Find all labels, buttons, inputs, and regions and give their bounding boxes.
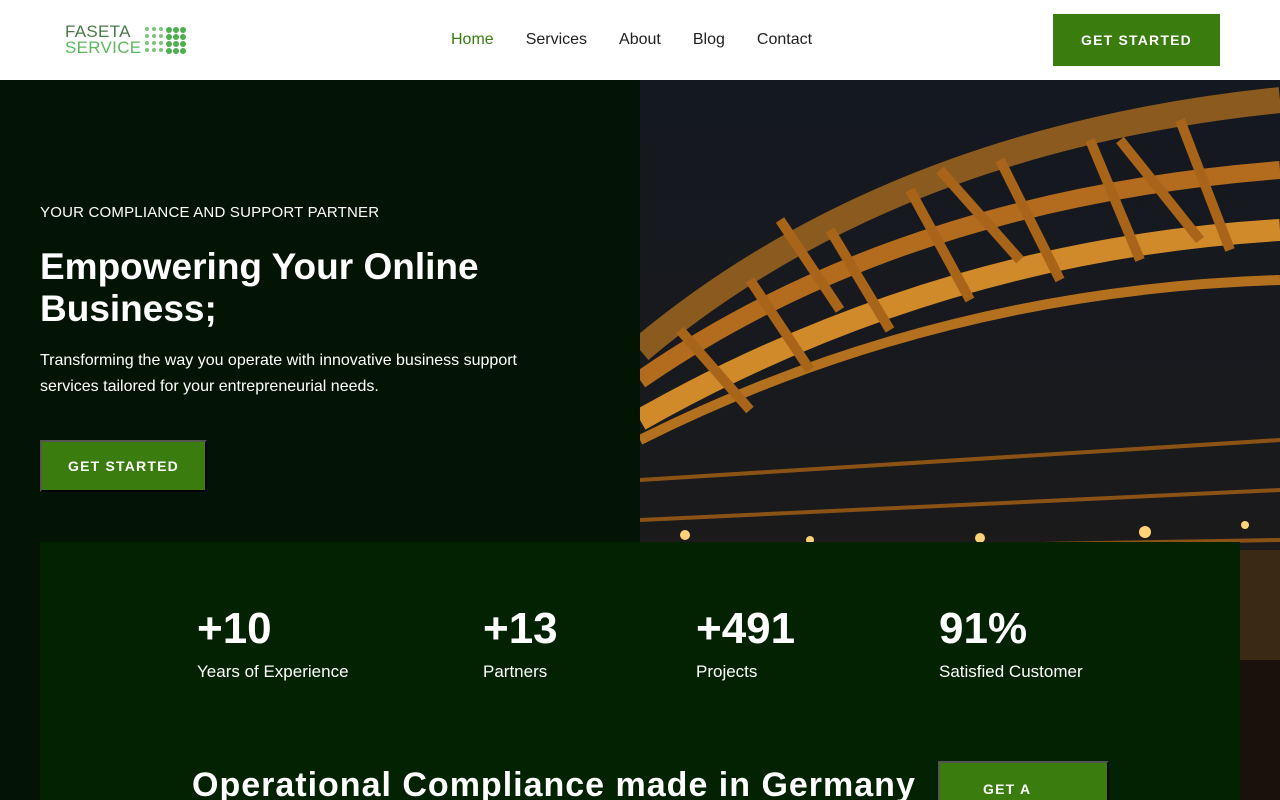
hero-subtitle: Transforming the way you operate with in… [40, 352, 517, 395]
stat-label: Projects [696, 662, 758, 681]
stat-satisfied: 91% Satisfied Customer [939, 602, 1083, 682]
nav-services[interactable]: Services [526, 28, 587, 52]
stat-experience: +10 Years of Experience [197, 602, 349, 682]
nav-about[interactable]: About [619, 28, 661, 52]
hero-eyebrow: YOUR COMPLIANCE AND SUPPORT PARTNER [40, 204, 380, 221]
stat-projects: +491 Projects [696, 602, 795, 682]
stat-label: Satisfied Customer [939, 662, 1083, 681]
hero-title: Empowering Your Online Business; [40, 246, 479, 329]
stat-label: Partners [483, 662, 548, 681]
stat-value: +13 [483, 604, 558, 653]
nav-home[interactable]: Home [451, 28, 494, 52]
site-header: FASETA SERVICE Home Services About Blog … [0, 0, 1280, 80]
stat-value: 91% [939, 604, 1028, 653]
stat-value: +491 [696, 604, 796, 653]
get-a-quote-button[interactable]: GET A → [938, 761, 1109, 800]
nav-contact[interactable]: Contact [757, 28, 812, 52]
arrow-right-icon: → [1066, 791, 1085, 800]
stats-panel: +10 Years of Experience +13 Partners +49… [40, 542, 1240, 800]
compliance-heading: Operational Compliance made in Germany [192, 766, 916, 800]
button-label: GET A [983, 781, 1032, 797]
nav-blog[interactable]: Blog [693, 28, 725, 52]
logo[interactable]: FASETA SERVICE [65, 20, 187, 60]
stat-label: Years of Experience [197, 662, 349, 681]
header-get-started-button[interactable]: GET STARTED [1053, 14, 1220, 66]
logo-dots-icon [145, 26, 187, 54]
stat-partners: +13 Partners [483, 602, 558, 682]
logo-line2: SERVICE [65, 38, 142, 57]
main-nav: Home Services About Blog Contact [451, 28, 812, 52]
stat-value: +10 [197, 604, 272, 653]
logo-text: FASETA SERVICE [65, 23, 142, 57]
hero-get-started-button[interactable]: GET STARTED [40, 440, 207, 492]
